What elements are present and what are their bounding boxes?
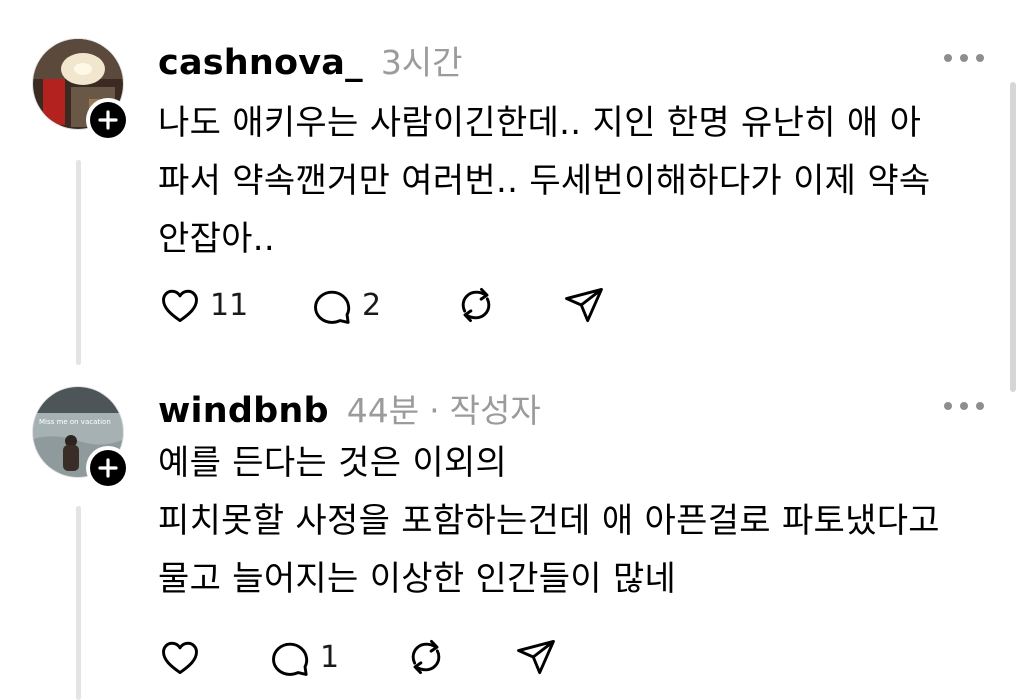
post-text-line: 예를 든다는 것은 이외의 xyxy=(158,443,508,483)
more-options-icon[interactable] xyxy=(944,52,984,64)
post-text-line: 안잡아.. xyxy=(158,219,275,259)
reply-count: 1 xyxy=(320,639,340,675)
heart-icon xyxy=(162,289,198,323)
post-header: cashnova_ 3시간 xyxy=(158,36,463,83)
like-count: 11 xyxy=(210,287,249,323)
share-button[interactable] xyxy=(562,282,606,328)
action-bar: 1 xyxy=(158,634,558,680)
username[interactable]: cashnova_ xyxy=(158,43,363,83)
post-text-line: 파서 약속깬거만 여러번.. 두세번이해하다가 이제 약속 xyxy=(158,161,931,201)
scrollbar[interactable] xyxy=(1010,82,1016,392)
post-text-line: 물고 늘어지는 이상한 인간들이 많네 xyxy=(158,559,677,599)
post-header: windbnb 44분 · 작성자 xyxy=(158,384,541,431)
post-text-line: 나도 애키우는 사람이긴한데.. 지인 한명 유난히 애 아 xyxy=(158,103,922,143)
share-icon xyxy=(517,639,555,675)
post-time: 3시간 xyxy=(380,43,463,82)
comment-icon xyxy=(314,290,351,324)
meta-separator: · xyxy=(429,391,440,430)
heart-icon xyxy=(162,641,198,675)
share-icon xyxy=(565,287,603,323)
post-body: 예를 든다는 것은 이외의 피치못할 사정을 포함하는건데 애 아픈걸로 파토냈… xyxy=(158,434,988,608)
repost-icon xyxy=(461,287,491,323)
like-button[interactable] xyxy=(158,634,268,680)
threads-reply-list: cashnova_ 3시간 나도 애키우는 사람이긴한데.. 지인 한명 유난히… xyxy=(0,0,1024,700)
like-button[interactable]: 11 xyxy=(158,282,310,328)
repost-icon xyxy=(411,639,441,675)
avatar-container: Miss me on vacation xyxy=(32,386,130,490)
follow-badge[interactable] xyxy=(86,446,130,490)
reply-post: cashnova_ 3시간 나도 애키우는 사람이긴한데.. 지인 한명 유난히… xyxy=(0,0,1010,372)
post-text-line: 피치못할 사정을 포함하는건데 애 아픈걸로 파토냈다고 xyxy=(158,501,940,541)
post-time: 44분 xyxy=(346,391,420,430)
reply-post: Miss me on vacation windbnb 44분 · 작성자 예를… xyxy=(0,372,1010,700)
post-body: 나도 애키우는 사람이긴한데.. 지인 한명 유난히 애 아 파서 약속깬거만 … xyxy=(158,94,988,268)
repost-button[interactable] xyxy=(404,634,514,680)
reply-button[interactable]: 2 xyxy=(310,282,454,328)
reply-count: 2 xyxy=(362,287,382,323)
plus-icon xyxy=(90,450,126,486)
username[interactable]: windbnb xyxy=(158,391,329,431)
comment-icon xyxy=(272,642,309,676)
avatar-container xyxy=(32,38,130,142)
more-options-icon[interactable] xyxy=(944,400,984,412)
repost-button[interactable] xyxy=(454,282,562,328)
author-tag: 작성자 xyxy=(449,391,541,430)
thread-connector-line xyxy=(76,160,81,365)
plus-icon xyxy=(90,102,126,138)
avatar-caption: Miss me on vacation xyxy=(39,418,111,426)
reply-button[interactable]: 1 xyxy=(268,634,404,680)
action-bar: 11 2 xyxy=(158,282,606,328)
follow-badge[interactable] xyxy=(86,98,130,142)
share-button[interactable] xyxy=(514,634,558,680)
thread-connector-line xyxy=(76,506,81,700)
